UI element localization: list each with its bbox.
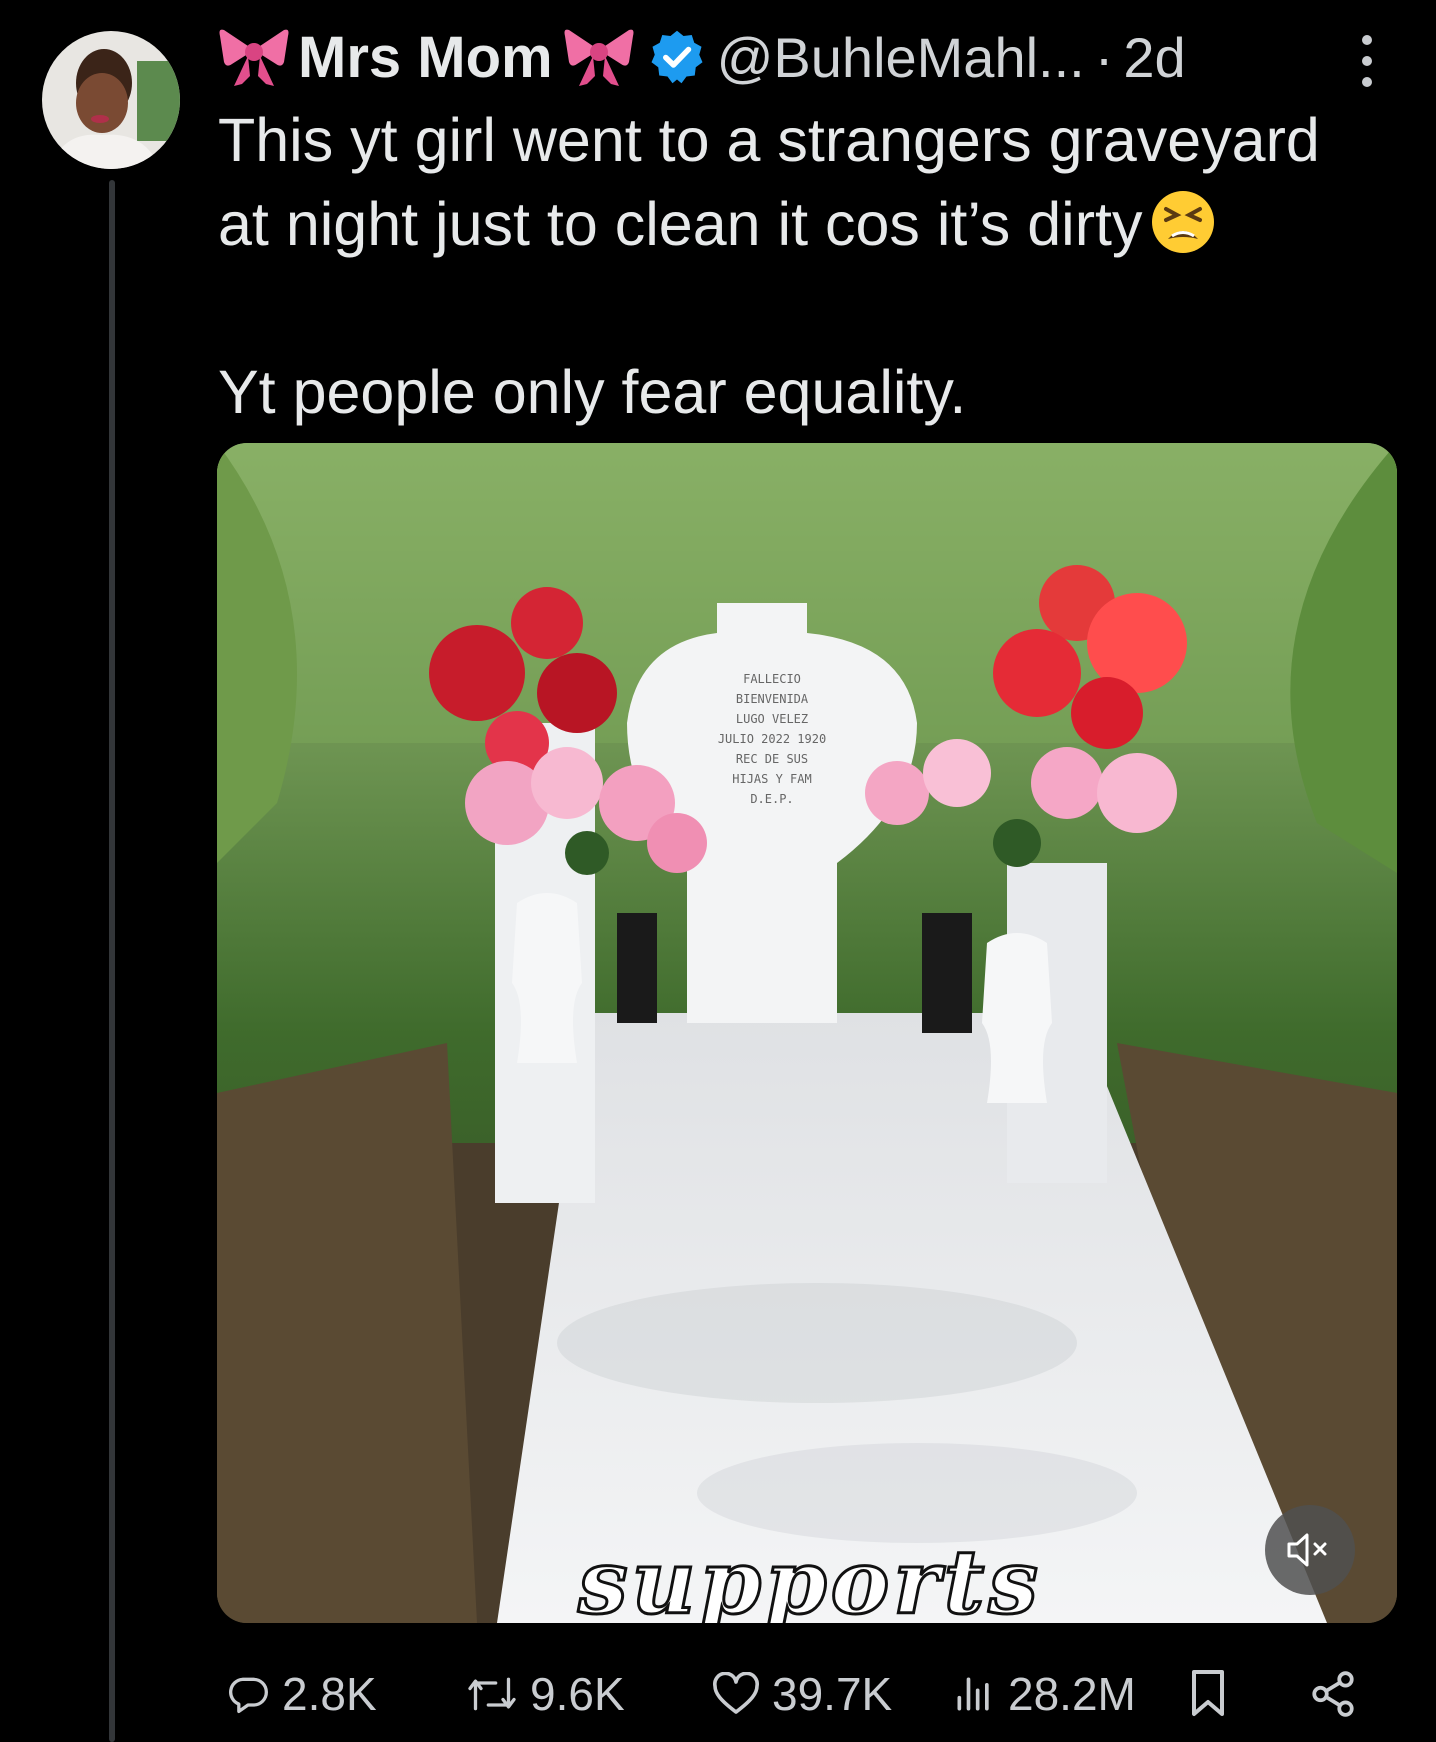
repost-button[interactable]: 9.6K <box>466 1654 625 1734</box>
share-icon <box>1312 1671 1354 1717</box>
repost-icon <box>468 1677 516 1711</box>
mute-button[interactable] <box>1265 1505 1355 1595</box>
verified-badge-icon <box>647 27 707 87</box>
headstone-line: FALLECIO <box>743 672 801 686</box>
video-caption: supports <box>577 1529 1042 1624</box>
post-time[interactable]: 2d <box>1123 25 1185 90</box>
share-button[interactable] <box>1308 1654 1370 1734</box>
headstone-line: JULIO 2022 1920 <box>718 732 826 746</box>
headstone-line: LUGO VELEZ <box>736 712 808 726</box>
reply-button[interactable]: 2.8K <box>226 1654 377 1734</box>
tweet-header: Mrs Mom @BuhleMahl... · 2d <box>218 22 1418 92</box>
separator-dot: · <box>1094 25 1114 89</box>
author-name[interactable]: Mrs Mom <box>298 24 553 91</box>
bow-emoji-icon <box>218 26 290 88</box>
author-handle[interactable]: @BuhleMahl... <box>717 25 1085 90</box>
heart-icon <box>713 1672 759 1714</box>
headstone-line: BIENVENIDA <box>736 692 809 706</box>
views-count: 28.2M <box>1008 1668 1136 1720</box>
video-frame: FALLECIO BIENVENIDA LUGO VELEZ JULIO 202… <box>217 443 1397 1623</box>
headstone-line: D.E.P. <box>750 792 793 806</box>
views-chart-icon <box>957 1677 989 1711</box>
video-player[interactable]: FALLECIO BIENVENIDA LUGO VELEZ JULIO 202… <box>217 443 1397 1623</box>
avatar[interactable] <box>42 31 180 169</box>
headstone-line: HIJAS Y FAM <box>732 772 811 786</box>
more-options-icon[interactable] <box>1355 32 1379 90</box>
bookmark-icon <box>1192 1670 1224 1716</box>
tweet-text-line: at night just to clean it cos it’s dirty <box>218 190 1143 258</box>
tweet-text: This yt girl went to a strangers graveya… <box>218 98 1408 434</box>
reply-icon <box>229 1677 268 1714</box>
views-button[interactable]: 28.2M <box>952 1654 1136 1734</box>
volume-muted-icon <box>1287 1533 1327 1567</box>
like-button[interactable]: 39.7K <box>712 1654 892 1734</box>
bow-emoji-icon <box>563 26 635 88</box>
tired-face-emoji-icon <box>1150 189 1216 255</box>
reply-count: 2.8K <box>282 1668 377 1720</box>
tweet-text-line: This yt girl went to a strangers graveya… <box>218 106 1320 174</box>
action-bar: 2.8K 9.6K 39.7K 28.2M <box>218 1654 1368 1734</box>
bookmark-button[interactable] <box>1188 1654 1240 1734</box>
headstone-line: REC DE SUS <box>736 752 808 766</box>
like-count: 39.7K <box>772 1668 893 1720</box>
tweet-text-line: Yt people only fear equality. <box>218 358 967 426</box>
repost-count: 9.6K <box>530 1668 625 1720</box>
thread-line <box>109 180 115 1742</box>
